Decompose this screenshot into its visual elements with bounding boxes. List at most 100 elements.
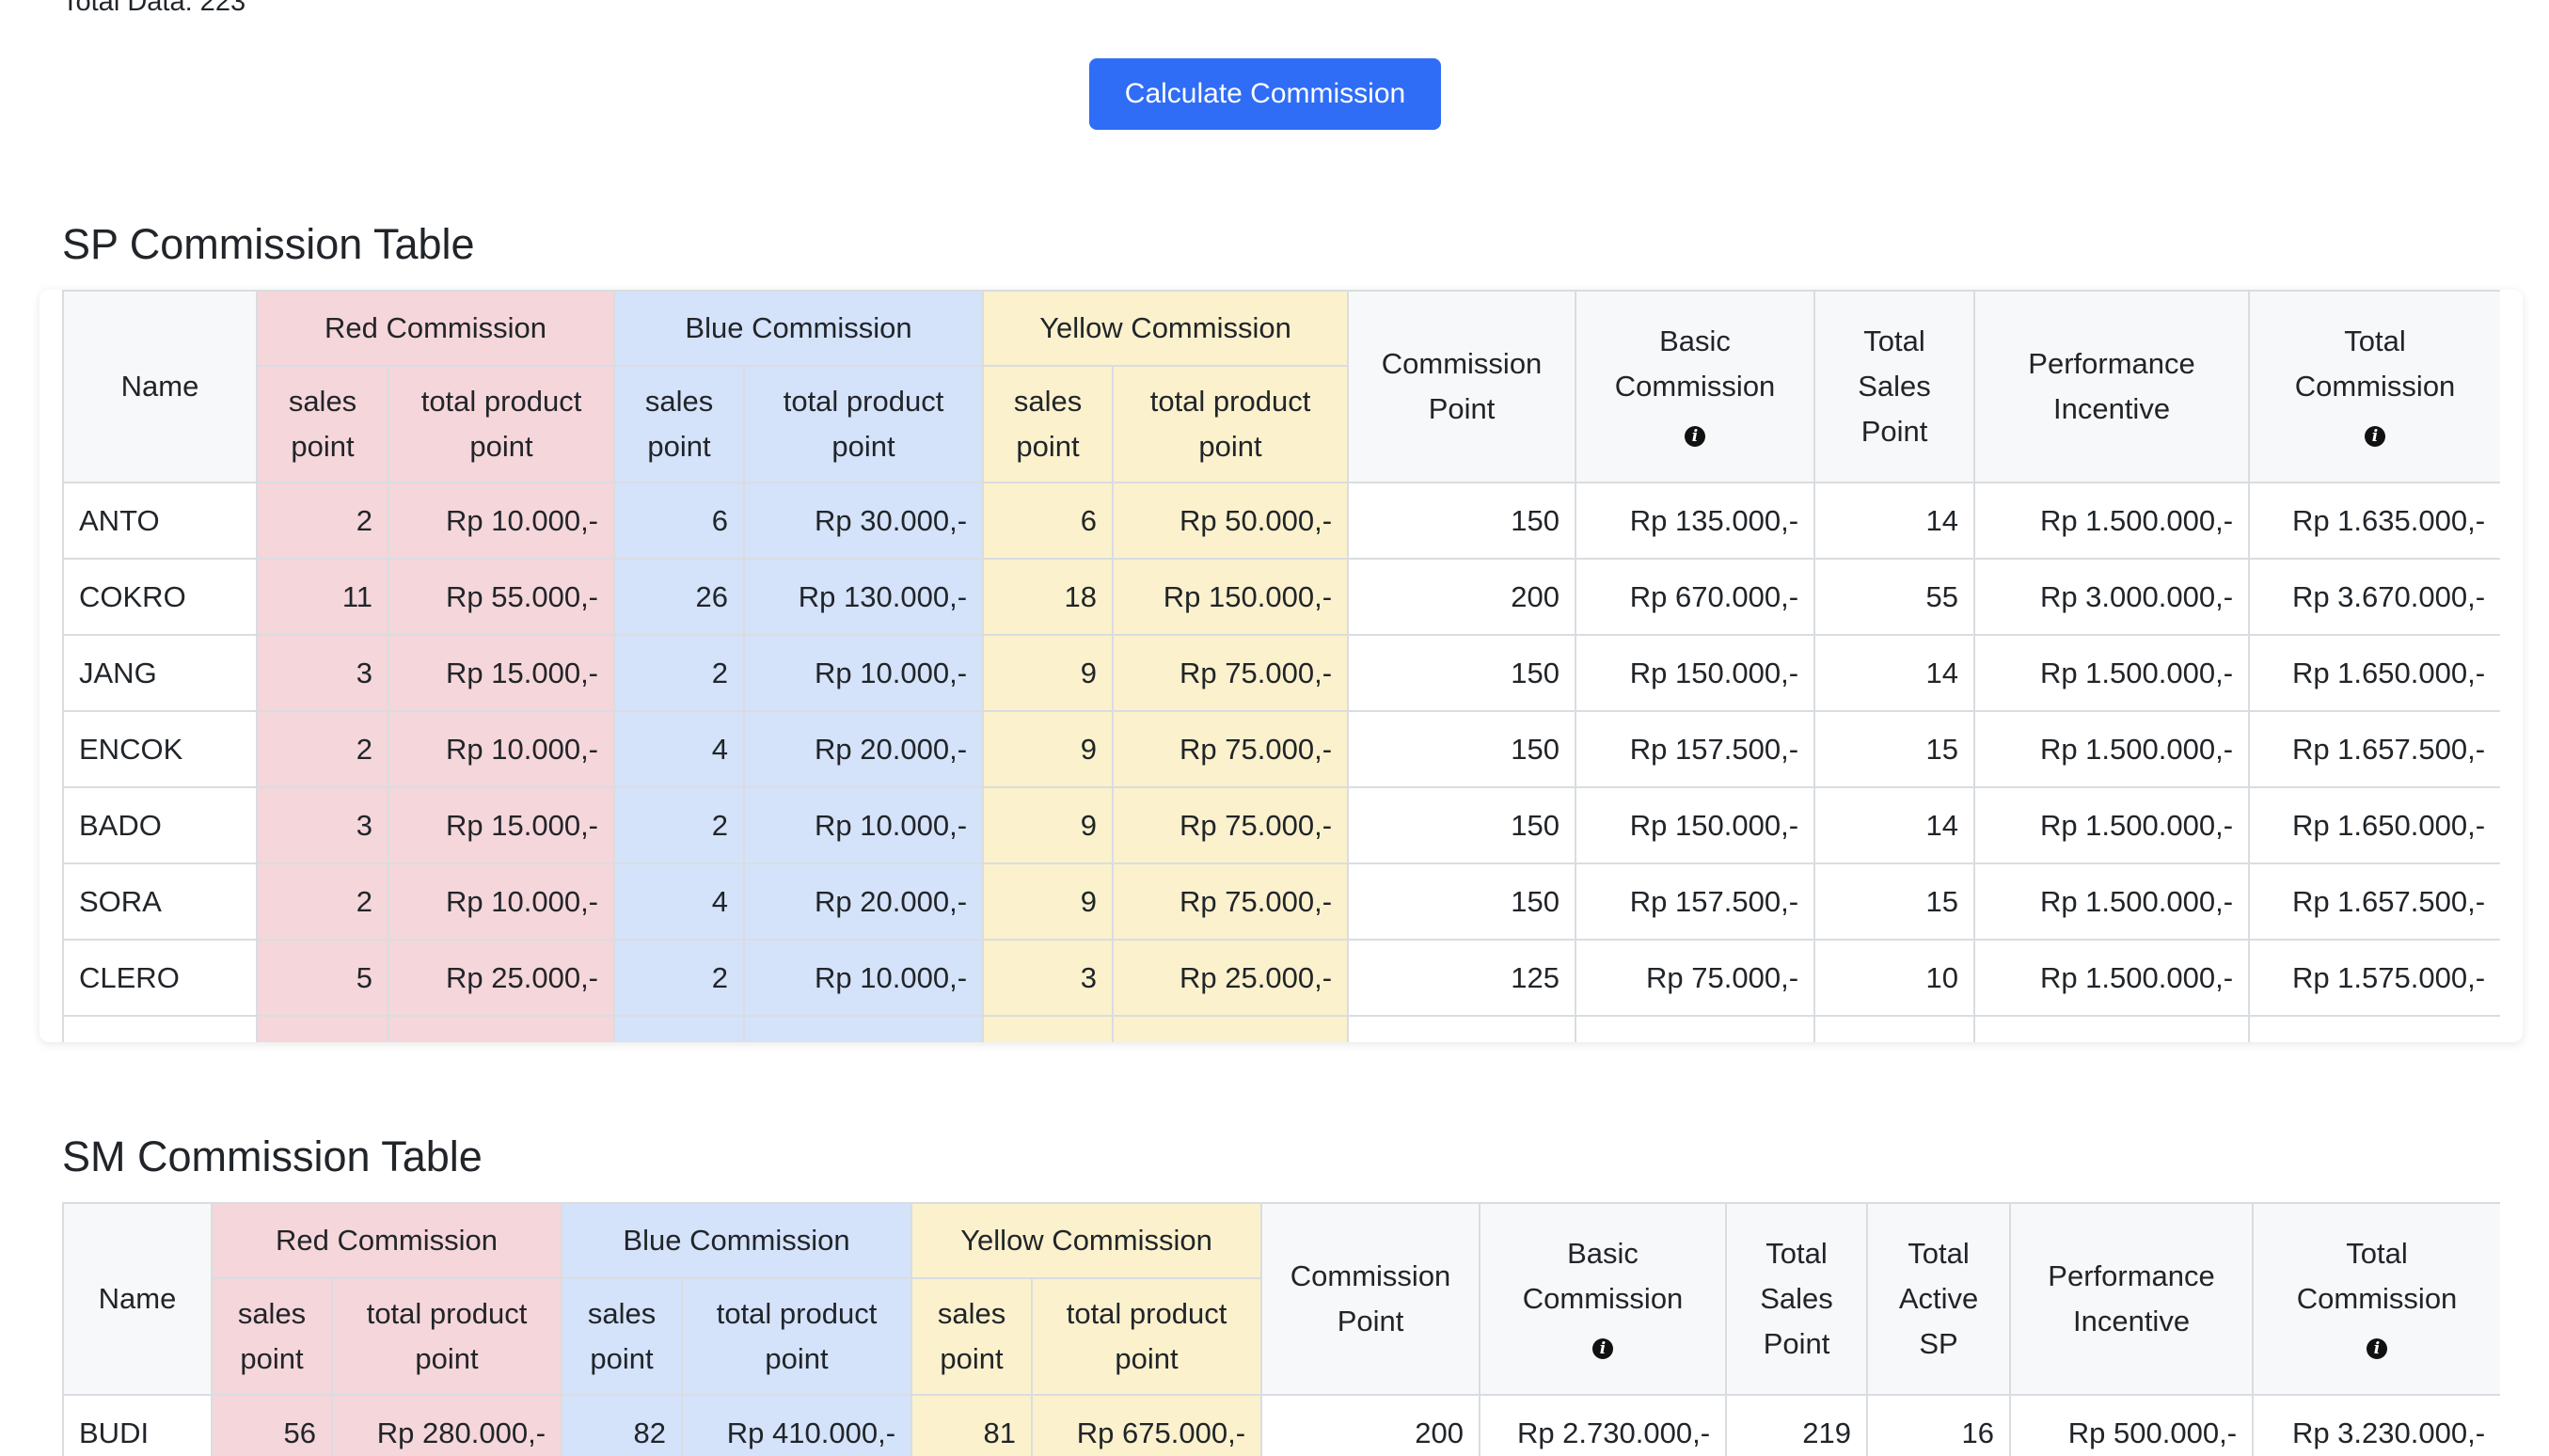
- header-blue-commission: Blue Commission: [561, 1202, 913, 1279]
- table-cell: Rp 500.000,-: [2009, 1394, 2255, 1456]
- table-cell: 56: [211, 1394, 333, 1456]
- header-total-commission-label: Total Commission: [2296, 1237, 2458, 1315]
- table-cell-name: COKRO: [62, 558, 258, 636]
- table-cell: [1575, 1015, 1816, 1042]
- header-yellow-commission: Yellow Commission: [910, 1202, 1263, 1279]
- table-cell: [1112, 1015, 1350, 1042]
- sp-table-card: Name Red Commission Blue Commission Yell…: [40, 290, 2523, 1042]
- table-cell: Rp 75.000,-: [1112, 710, 1350, 788]
- table-cell: 6: [982, 482, 1115, 560]
- table-cell: [1813, 1015, 1976, 1042]
- table-cell: Rp 1.500.000,-: [1973, 786, 2251, 864]
- table-cell: [256, 1015, 389, 1042]
- info-icon[interactable]: i: [1685, 426, 1706, 447]
- table-cell: Rp 15.000,-: [387, 634, 616, 712]
- table-cell: Rp 670.000,-: [1575, 558, 1816, 636]
- table-cell: Rp 10.000,-: [743, 939, 985, 1017]
- header-yellow-total-product-point: total product point: [1112, 365, 1350, 483]
- table-cell: [2248, 1015, 2500, 1042]
- table-cell: 14: [1813, 634, 1976, 712]
- header-basic-commission-label: Basic Commission: [1614, 324, 1776, 403]
- table-cell: 14: [1813, 482, 1976, 560]
- header-red-total-product-point: total product point: [387, 365, 616, 483]
- table-cell: 11: [256, 558, 389, 636]
- sm-table-title: SM Commission Table: [62, 1132, 483, 1180]
- header-total-commission-label: Total Commission: [2294, 324, 2456, 403]
- table-cell: Rp 2.730.000,-: [1479, 1394, 1728, 1456]
- table-cell: Rp 10.000,-: [743, 634, 985, 712]
- table-cell: Rp 157.500,-: [1575, 710, 1816, 788]
- table-cell: 2: [613, 634, 746, 712]
- sp-commission-table: Name Red Commission Blue Commission Yell…: [62, 290, 2500, 1042]
- table-cell: 9: [982, 863, 1115, 941]
- info-icon[interactable]: i: [1592, 1338, 1614, 1359]
- table-cell: 14: [1813, 786, 1976, 864]
- table-cell: Rp 1.500.000,-: [1973, 939, 2251, 1017]
- table-cell: Rp 157.500,-: [1575, 863, 1816, 941]
- calculate-commission-button[interactable]: Calculate Commission: [1089, 58, 1441, 130]
- table-cell: 125: [1347, 939, 1577, 1017]
- table-cell-name: ENCOK: [62, 710, 258, 788]
- sm-commission-table: Name Red Commission Blue Commission Yell…: [62, 1202, 2500, 1456]
- table-cell: [1347, 1015, 1577, 1042]
- table-row: CLERO 5 Rp 25.000,- 2 Rp 10.000,- 3 Rp 25.000,…: [62, 939, 2500, 1017]
- table-cell-name: BADO: [62, 786, 258, 864]
- table-cell: Rp 25.000,-: [387, 939, 616, 1017]
- table-row: COKRO 11 Rp 55.000,- 26 Rp 130.000,- 18 Rp 150…: [62, 558, 2500, 636]
- sm-table-scroll[interactable]: Name Red Commission Blue Commission Yell…: [62, 1202, 2500, 1456]
- sp-table-title: SP Commission Table: [62, 220, 475, 268]
- header-yellow-sales-point: sales point: [982, 365, 1115, 483]
- table-cell: 150: [1347, 786, 1577, 864]
- table-cell: [743, 1015, 985, 1042]
- header-total-commission: Total Commission i: [2252, 1202, 2500, 1396]
- header-yellow-total-product-point: total product point: [1031, 1277, 1263, 1396]
- sp-table-scroll[interactable]: Name Red Commission Blue Commission Yell…: [62, 290, 2500, 1042]
- table-cell: 10: [1813, 939, 1976, 1017]
- table-cell: Rp 50.000,-: [1112, 482, 1350, 560]
- header-name: Name: [62, 1202, 213, 1396]
- info-icon[interactable]: i: [2367, 1338, 2388, 1359]
- table-cell: 81: [910, 1394, 1034, 1456]
- table-cell: Rp 75.000,-: [1112, 863, 1350, 941]
- table-cell: 150: [1347, 634, 1577, 712]
- table-cell: Rp 10.000,-: [743, 786, 985, 864]
- table-cell: [613, 1015, 746, 1042]
- table-cell: 4: [613, 710, 746, 788]
- table-cell: Rp 150.000,-: [1112, 558, 1350, 636]
- table-cell: Rp 3.670.000,-: [2248, 558, 2500, 636]
- header-blue-sales-point: sales point: [613, 365, 746, 483]
- table-cell: Rp 10.000,-: [387, 482, 616, 560]
- info-icon[interactable]: i: [2365, 426, 2386, 447]
- table-cell: Rp 3.230.000,-: [2252, 1394, 2500, 1456]
- table-row: ENCOK 2 Rp 10.000,- 4 Rp 20.000,- 9 Rp 75.000,…: [62, 710, 2500, 788]
- header-basic-commission: Basic Commission i: [1479, 1202, 1728, 1396]
- header-commission-point: Commission Point: [1260, 1202, 1481, 1396]
- table-cell: Rp 410.000,-: [681, 1394, 913, 1456]
- table-cell: Rp 150.000,-: [1575, 634, 1816, 712]
- table-cell-name: [62, 1015, 258, 1042]
- table-cell: Rp 1.650.000,-: [2248, 786, 2500, 864]
- header-total-active-sp: Total Active SP: [1866, 1202, 2012, 1396]
- table-cell: 18: [982, 558, 1115, 636]
- table-cell: Rp 1.500.000,-: [1973, 863, 2251, 941]
- table-cell: Rp 30.000,-: [743, 482, 985, 560]
- header-basic-commission: Basic Commission i: [1575, 290, 1816, 483]
- table-cell: Rp 75.000,-: [1112, 634, 1350, 712]
- table-cell: 2: [256, 482, 389, 560]
- table-cell: Rp 1.500.000,-: [1973, 634, 2251, 712]
- header-blue-commission: Blue Commission: [613, 290, 985, 367]
- table-cell: 200: [1260, 1394, 1481, 1456]
- table-cell: Rp 1.575.000,-: [2248, 939, 2500, 1017]
- table-cell: 15: [1813, 710, 1976, 788]
- header-blue-total-product-point: total product point: [681, 1277, 913, 1396]
- table-cell: 150: [1347, 863, 1577, 941]
- table-cell: Rp 1.500.000,-: [1973, 482, 2251, 560]
- table-row: BADO 3 Rp 15.000,- 2 Rp 10.000,- 9 Rp 75.000,-…: [62, 786, 2500, 864]
- table-cell: Rp 150.000,-: [1575, 786, 1816, 864]
- table-row: ANTO 2 Rp 10.000,- 6 Rp 30.000,- 6 Rp 50.000,-…: [62, 482, 2500, 560]
- table-cell: Rp 1.650.000,-: [2248, 634, 2500, 712]
- table-cell: Rp 75.000,-: [1575, 939, 1816, 1017]
- table-cell: 200: [1347, 558, 1577, 636]
- commission-page: Total Data: 223 Calculate Commission SP …: [0, 0, 2549, 1456]
- table-row: SORA 2 Rp 10.000,- 4 Rp 20.000,- 9 Rp 75.000,-…: [62, 863, 2500, 941]
